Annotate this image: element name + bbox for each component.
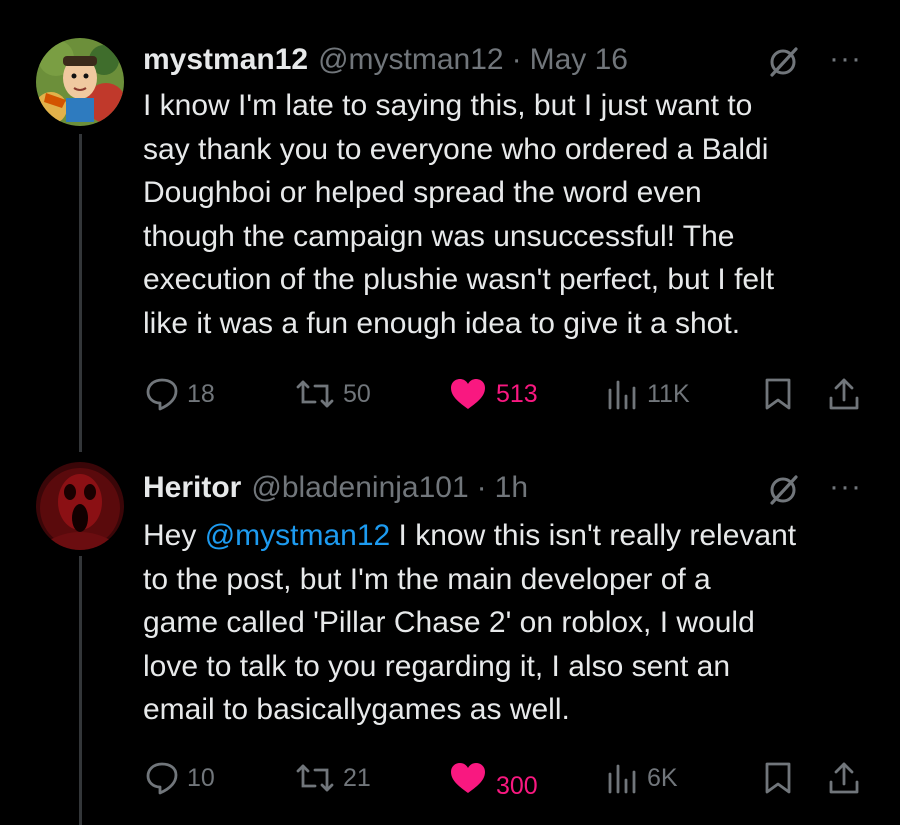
tweet-text: I know I'm late to saying this, but I ju… (143, 84, 878, 345)
text-prefix: Hey (143, 519, 205, 552)
display-name[interactable]: Heritor (143, 471, 241, 505)
share-button[interactable] (827, 376, 861, 412)
repost-button[interactable]: 21 (295, 760, 371, 796)
like-button[interactable]: 513 (448, 376, 538, 412)
tweet-text: Hey @mystman12 I know this isn't really … (143, 514, 878, 732)
views-icon (608, 764, 636, 794)
mention-link[interactable]: @mystman12 (205, 519, 391, 552)
tweet-actions: 18 50 513 11K (143, 376, 873, 416)
reply-icon (146, 762, 178, 795)
views-icon (608, 380, 636, 410)
share-icon (829, 762, 859, 794)
reply-button[interactable]: 10 (145, 760, 215, 796)
tweet-text-line: execution of the plushie wasn't perfect,… (143, 263, 775, 296)
more-icon[interactable]: ··· (829, 472, 862, 502)
repost-button[interactable]: 50 (295, 376, 371, 412)
tweet-text-line: to the post, but I'm the main developer … (143, 562, 711, 596)
user-handle[interactable]: @mystman12 (318, 43, 504, 77)
like-icon (451, 379, 485, 409)
bookmark-icon (765, 378, 791, 410)
like-button[interactable]: 300 (448, 760, 538, 800)
bookmark-button[interactable] (762, 376, 794, 412)
like-count: 513 (496, 379, 538, 408)
like-icon (451, 763, 485, 793)
thread-line (79, 134, 82, 452)
timestamp[interactable]: May 16 (530, 43, 628, 77)
more-icon[interactable]: ··· (829, 44, 862, 74)
views-button[interactable]: 6K (605, 760, 678, 796)
display-name[interactable]: mystman12 (143, 43, 308, 77)
repost-count: 50 (343, 379, 371, 408)
like-count: 300 (496, 771, 538, 800)
reply-count: 18 (187, 379, 215, 408)
repost-icon (296, 764, 334, 792)
views-count: 6K (647, 763, 678, 792)
avatar[interactable] (36, 462, 124, 550)
tweet-text-line: email to basicallygames as well. (143, 693, 570, 726)
tweet-text-line: Hey @mystman12 I know this isn't really … (143, 514, 878, 558)
views-count: 11K (647, 379, 690, 408)
separator-dot: · (511, 43, 522, 76)
avatar[interactable] (36, 38, 124, 126)
repost-count: 21 (343, 763, 371, 792)
reply-icon (146, 378, 178, 411)
tweet-text-line: game called 'Pillar Chase 2' on roblox, … (143, 606, 755, 639)
grok-icon[interactable] (766, 45, 800, 79)
tweet-text-line: I know I'm late to saying this, but I ju… (143, 89, 753, 122)
share-icon (829, 378, 859, 410)
tweet-text-line: say thank you to everyone who ordered a … (143, 132, 769, 166)
text-suffix: I know this isn't really relevant (390, 519, 797, 552)
repost-icon (296, 380, 334, 408)
views-button[interactable]: 11K (605, 376, 690, 412)
reply-count: 10 (187, 763, 215, 792)
tweet-text-line: Doughboi or helped spread the word even (143, 176, 702, 209)
bookmark-icon (765, 762, 791, 794)
grok-icon[interactable] (766, 473, 800, 507)
share-button[interactable] (827, 760, 861, 796)
tweet-text-line: like it was a fun enough idea to give it… (143, 306, 741, 340)
tweet-actions: 10 21 300 6K (143, 760, 873, 800)
tweet-text-line: though the campaign was unsuccessful! Th… (143, 219, 735, 253)
thread-line (79, 556, 82, 825)
user-handle[interactable]: @bladeninja101 (251, 471, 468, 505)
reply-button[interactable]: 18 (145, 376, 215, 412)
timestamp[interactable]: 1h (495, 471, 528, 505)
bookmark-button[interactable] (762, 760, 794, 796)
separator-dot: · (476, 471, 487, 504)
tweet-text-line: love to talk to you regarding it, I also… (143, 649, 731, 683)
